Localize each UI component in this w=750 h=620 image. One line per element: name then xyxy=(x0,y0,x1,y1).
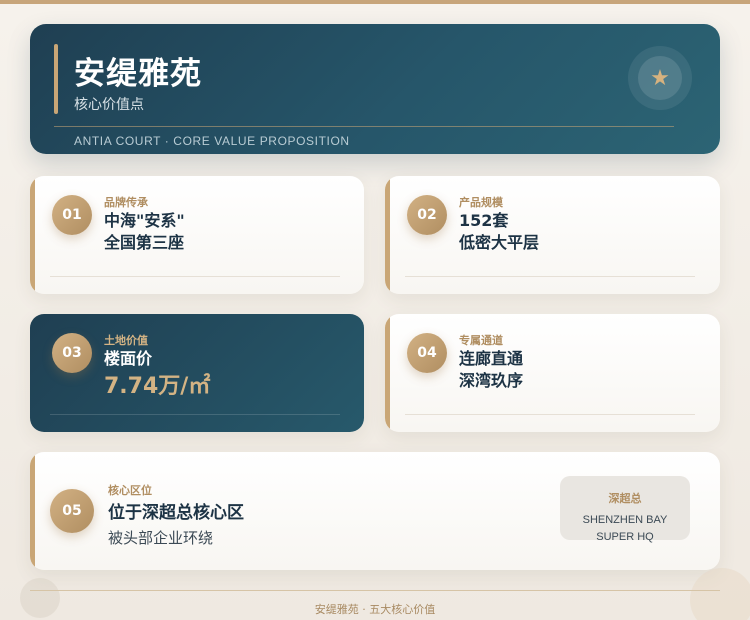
card-value-line2: 低密大平层 xyxy=(459,233,540,252)
card-value: 连廊直通 深湾玖序 xyxy=(459,348,523,392)
card-label: 品牌传承 xyxy=(104,196,148,209)
card-value: 152套 低密大平层 xyxy=(459,210,539,254)
card-accent-bar xyxy=(30,452,35,570)
card-label: 专属通道 xyxy=(459,334,503,347)
top-accent-rule xyxy=(0,0,750,4)
card-value-line1: 连廊直通 xyxy=(459,349,524,368)
page-subtitle: 核心价值点 xyxy=(74,97,144,113)
english-title: ANTIA COURT · CORE VALUE PROPOSITION xyxy=(74,134,350,148)
card-number-badge: 02 xyxy=(407,195,447,235)
card-label: 土地价值 xyxy=(104,334,148,347)
card-footline xyxy=(50,414,340,415)
land-price-value: 7.74万/㎡ xyxy=(104,374,211,399)
card-value: 楼面价 xyxy=(104,349,153,368)
card-number-badge: 01 xyxy=(52,195,92,235)
card-value-line1: 中海"安系" xyxy=(104,211,185,230)
card-footline xyxy=(405,414,695,415)
hero-divider xyxy=(54,126,674,127)
card-label: 核心区位 xyxy=(108,484,152,497)
location-badge-text: SHENZHEN BAY SUPER HQ xyxy=(582,514,668,543)
page-title: 安缇雅苑 xyxy=(74,56,202,92)
hero-banner: 安缇雅苑 核心价值点 ANTIA COURT · CORE VALUE PROP… xyxy=(30,24,720,154)
card-value-line2: 深湾玖序 xyxy=(459,371,524,390)
value-card-access: 04 专属通道 连廊直通 深湾玖序 xyxy=(385,314,720,432)
value-card-scale: 02 产品规模 152套 低密大平层 xyxy=(385,176,720,294)
value-card-location: 05 核心区位 位于深超总核心区 被头部企业环绕 深超总 SHENZHEN BA… xyxy=(30,452,720,570)
card-footline xyxy=(405,276,695,277)
card-number-badge: 05 xyxy=(50,489,94,533)
footer-caption: 安缇雅苑 · 五大核心价值 xyxy=(314,603,436,616)
card-number-badge: 04 xyxy=(407,333,447,373)
card-number-badge: 03 xyxy=(52,333,92,373)
card-value: 中海"安系" 全国第三座 xyxy=(104,210,185,254)
card-accent-bar xyxy=(30,176,35,294)
value-card-brand: 01 品牌传承 中海"安系" 全国第三座 xyxy=(30,176,364,294)
value-card-land: 03 土地价值 楼面价 7.74万/㎡ xyxy=(30,314,364,432)
location-badge-title: 深超总 xyxy=(608,492,642,505)
card-value: 位于深超总核心区 xyxy=(108,503,244,523)
card-value-line2: 全国第三座 xyxy=(104,233,185,252)
card-accent-bar xyxy=(385,314,390,432)
card-value-line1: 152套 xyxy=(459,211,509,230)
location-badge: 深超总 SHENZHEN BAY SUPER HQ xyxy=(560,476,690,543)
footer-divider xyxy=(30,590,720,591)
hero-accent-bar xyxy=(54,44,58,114)
card-accent-bar xyxy=(385,176,390,294)
card-label: 产品规模 xyxy=(459,196,503,209)
star-badge: ★ xyxy=(628,46,692,110)
star-icon: ★ xyxy=(638,56,682,100)
card-subtext: 被头部企业环绕 xyxy=(108,529,214,547)
card-footline xyxy=(50,276,340,277)
